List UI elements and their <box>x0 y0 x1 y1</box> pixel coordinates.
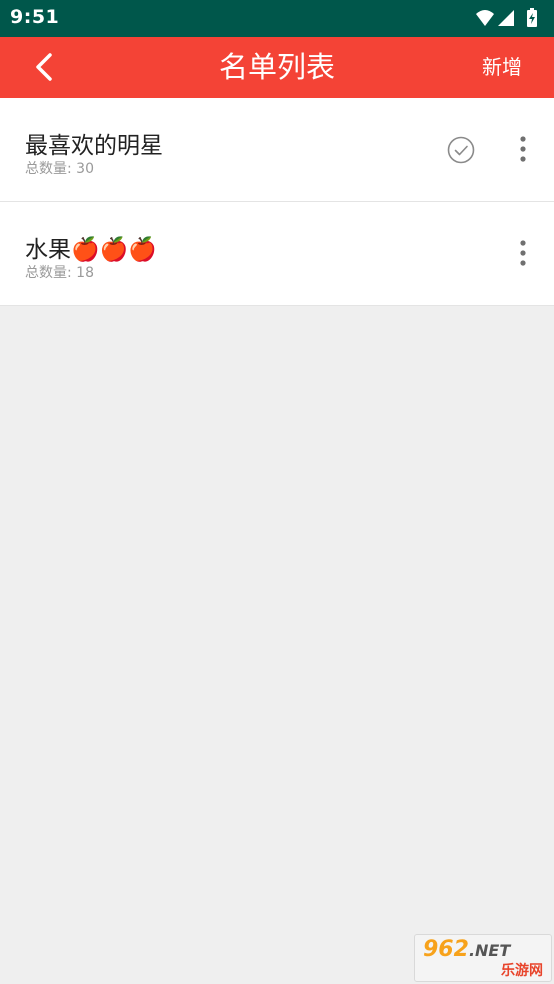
status-time: 9:51 <box>10 6 60 28</box>
list-item-fruits[interactable]: 水果🍎🍎🍎 总数量: 18 <box>0 202 554 306</box>
cell-signal-icon <box>498 10 514 26</box>
list-item-count: 总数量: 30 <box>25 161 94 177</box>
status-bar: 9:51 <box>0 0 554 37</box>
battery-charging-icon <box>527 8 537 27</box>
watermark-number: 962.NET <box>423 937 510 962</box>
list-container: 最喜欢的明星 总数量: 30 水果🍎🍎🍎 总数量: 18 <box>0 98 554 306</box>
more-vert-icon[interactable] <box>507 131 539 167</box>
watermark-number-text: 962 <box>423 937 469 962</box>
watermark-net: .NET <box>468 941 511 960</box>
list-item-count: 总数量: 18 <box>25 265 94 281</box>
status-icons <box>476 8 537 27</box>
list-item-title: 水果🍎🍎🍎 <box>25 237 157 263</box>
list-item-title: 最喜欢的明星 <box>25 133 163 159</box>
chevron-left-icon <box>36 53 52 81</box>
more-vert-icon[interactable] <box>507 235 539 271</box>
list-item-favorite-stars[interactable]: 最喜欢的明星 总数量: 30 <box>0 98 554 202</box>
watermark-site-name: 乐游网 <box>501 963 543 979</box>
wifi-icon <box>476 10 494 26</box>
check-circle-icon[interactable] <box>446 135 476 165</box>
page-title: 名单列表 <box>218 50 335 84</box>
watermark-logo: 962.NET 乐游网 <box>414 934 552 982</box>
back-button[interactable] <box>26 49 66 87</box>
add-button[interactable]: 新增 <box>482 37 522 98</box>
app-bar: 名单列表 新增 <box>0 37 554 98</box>
